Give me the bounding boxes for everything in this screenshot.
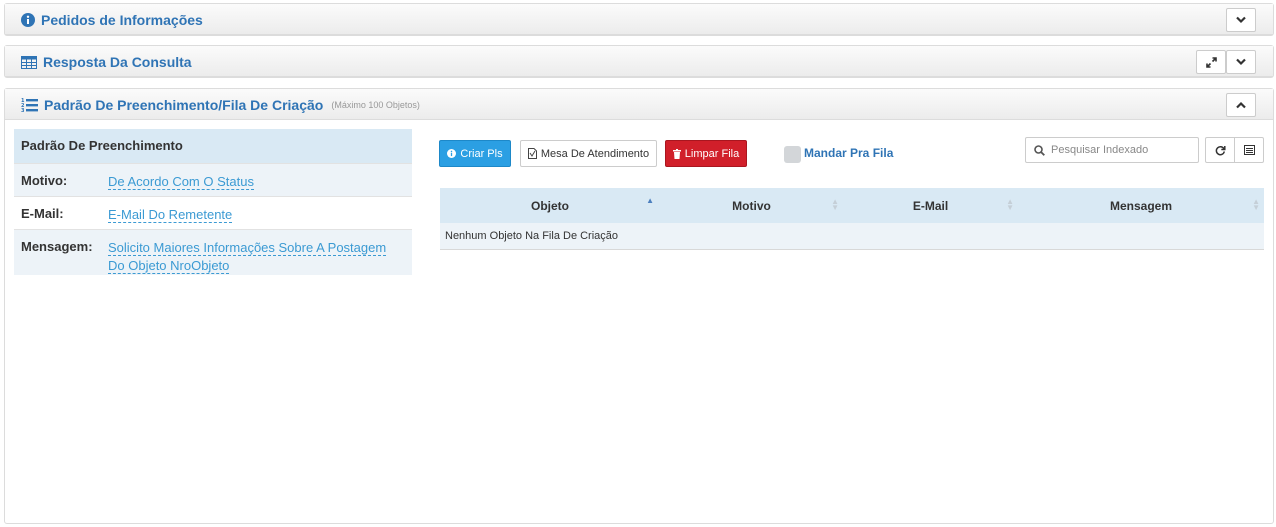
queue-table: Objeto ▲ Motivo ▲ ▼ E-Mail ▲ ▼ Mensagem ▲ ▼… bbox=[440, 188, 1264, 250]
column-header-email-label: E-Mail bbox=[912, 198, 949, 213]
document-icon bbox=[527, 148, 537, 159]
fill-pattern-table: Padrão De Preenchimento Motivo: De Acord… bbox=[14, 129, 412, 275]
expand-arrows-icon bbox=[1205, 56, 1217, 68]
criar-pls-label: Criar Pls bbox=[460, 147, 503, 160]
fill-pattern-row-email: E-Mail: E-Mail Do Remetente bbox=[14, 196, 412, 229]
mesa-atendimento-label: Mesa De Atendimento bbox=[540, 147, 650, 160]
panel-pedidos-title: Pedidos de Informações bbox=[21, 12, 203, 28]
columns-button[interactable] bbox=[1234, 137, 1264, 163]
email-editable-value[interactable]: E-Mail Do Remetente bbox=[108, 206, 233, 223]
limpar-fila-label: Limpar Fila bbox=[684, 147, 740, 160]
info-circle-icon bbox=[447, 149, 457, 158]
column-header-mensagem-label: Mensagem bbox=[1109, 198, 1173, 213]
info-circle-icon bbox=[21, 13, 35, 27]
column-header-email[interactable]: E-Mail ▲ ▼ bbox=[843, 188, 1018, 223]
column-header-mensagem[interactable]: Mensagem ▲ ▼ bbox=[1018, 188, 1264, 223]
mensagem-label: Mensagem: bbox=[21, 238, 93, 254]
mensagem-value-line1: Solicito Maiores Informações Sobre A Pos… bbox=[108, 239, 387, 256]
search-box bbox=[1025, 137, 1199, 163]
mesa-atendimento-button[interactable]: Mesa De Atendimento bbox=[520, 140, 657, 167]
chevron-down-icon bbox=[1236, 58, 1246, 66]
ordered-list-icon: 123 bbox=[21, 98, 38, 113]
panel-pedidos-header[interactable]: Pedidos de Informações bbox=[5, 4, 1273, 35]
fullscreen-resposta-button[interactable] bbox=[1196, 50, 1226, 74]
mensagem-editable-value[interactable]: Solicito Maiores Informações Sobre A Pos… bbox=[108, 229, 412, 275]
column-header-objeto-label: Objeto bbox=[531, 198, 569, 213]
list-columns-icon bbox=[1243, 145, 1255, 155]
refresh-icon bbox=[1215, 145, 1226, 155]
fill-pattern-row-motivo: Motivo: De Acordo Com O Status bbox=[14, 163, 412, 196]
mensagem-value-line2: Do Objeto NroObjeto bbox=[108, 257, 230, 274]
expand-pedidos-button[interactable] bbox=[1226, 8, 1256, 32]
panel-pedidos: Pedidos de Informações bbox=[4, 3, 1274, 36]
email-label: E-Mail: bbox=[21, 205, 64, 221]
chevron-up-icon bbox=[1236, 101, 1246, 109]
collapse-padrao-button[interactable] bbox=[1226, 93, 1256, 117]
column-header-objeto[interactable]: Objeto ▲ bbox=[440, 188, 660, 223]
panel-padrao-title-text: Padrão De Preenchimento/Fila De Criação bbox=[44, 97, 324, 113]
sort-ascending-icon: ▲ bbox=[646, 196, 654, 205]
column-header-motivo-label: Motivo bbox=[732, 198, 771, 213]
motivo-label: Motivo: bbox=[21, 172, 68, 188]
column-header-motivo[interactable]: Motivo ▲ ▼ bbox=[660, 188, 843, 223]
fill-pattern-header: Padrão De Preenchimento bbox=[14, 129, 412, 163]
refresh-button[interactable] bbox=[1205, 137, 1235, 163]
panel-resposta-header[interactable]: Resposta Da Consulta bbox=[5, 46, 1273, 77]
table-icon bbox=[21, 55, 37, 69]
chevron-down-icon bbox=[1236, 16, 1246, 24]
mandar-pra-fila-checkbox[interactable] bbox=[784, 146, 801, 163]
sort-both-icon: ▲ ▼ bbox=[1252, 197, 1260, 212]
svg-text:3: 3 bbox=[21, 108, 25, 113]
panel-padrao: 123 Padrão De Preenchimento/Fila De Cria… bbox=[4, 88, 1274, 524]
panel-resposta-title: Resposta Da Consulta bbox=[21, 54, 192, 70]
panel-padrao-subtitle: (Máximo 100 Objetos) bbox=[331, 100, 420, 110]
queue-empty-message: Nenhum Objeto Na Fila De Criação bbox=[440, 223, 1264, 250]
trash-icon bbox=[672, 148, 681, 159]
fill-pattern-row-mensagem: Mensagem: Solicito Maiores Informações S… bbox=[14, 229, 412, 275]
mandar-pra-fila-label[interactable]: Mandar Pra Fila bbox=[804, 146, 893, 160]
panel-resposta: Resposta Da Consulta bbox=[4, 45, 1274, 78]
panel-padrao-title: 123 Padrão De Preenchimento/Fila De Cria… bbox=[21, 97, 420, 113]
expand-resposta-button[interactable] bbox=[1226, 50, 1256, 74]
motivo-editable-value[interactable]: De Acordo Com O Status bbox=[108, 173, 254, 190]
search-input[interactable] bbox=[1051, 144, 1191, 156]
limpar-fila-button[interactable]: Limpar Fila bbox=[665, 140, 747, 167]
queue-table-header: Objeto ▲ Motivo ▲ ▼ E-Mail ▲ ▼ Mensagem ▲ ▼ bbox=[440, 188, 1264, 223]
panel-pedidos-title-text: Pedidos de Informações bbox=[41, 12, 203, 28]
panel-resposta-title-text: Resposta Da Consulta bbox=[43, 54, 192, 70]
criar-pls-button[interactable]: Criar Pls bbox=[439, 140, 511, 167]
sort-both-icon: ▲ ▼ bbox=[1006, 197, 1014, 212]
search-icon bbox=[1034, 144, 1045, 156]
panel-padrao-header[interactable]: 123 Padrão De Preenchimento/Fila De Cria… bbox=[5, 89, 1273, 120]
sort-both-icon: ▲ ▼ bbox=[831, 197, 839, 212]
